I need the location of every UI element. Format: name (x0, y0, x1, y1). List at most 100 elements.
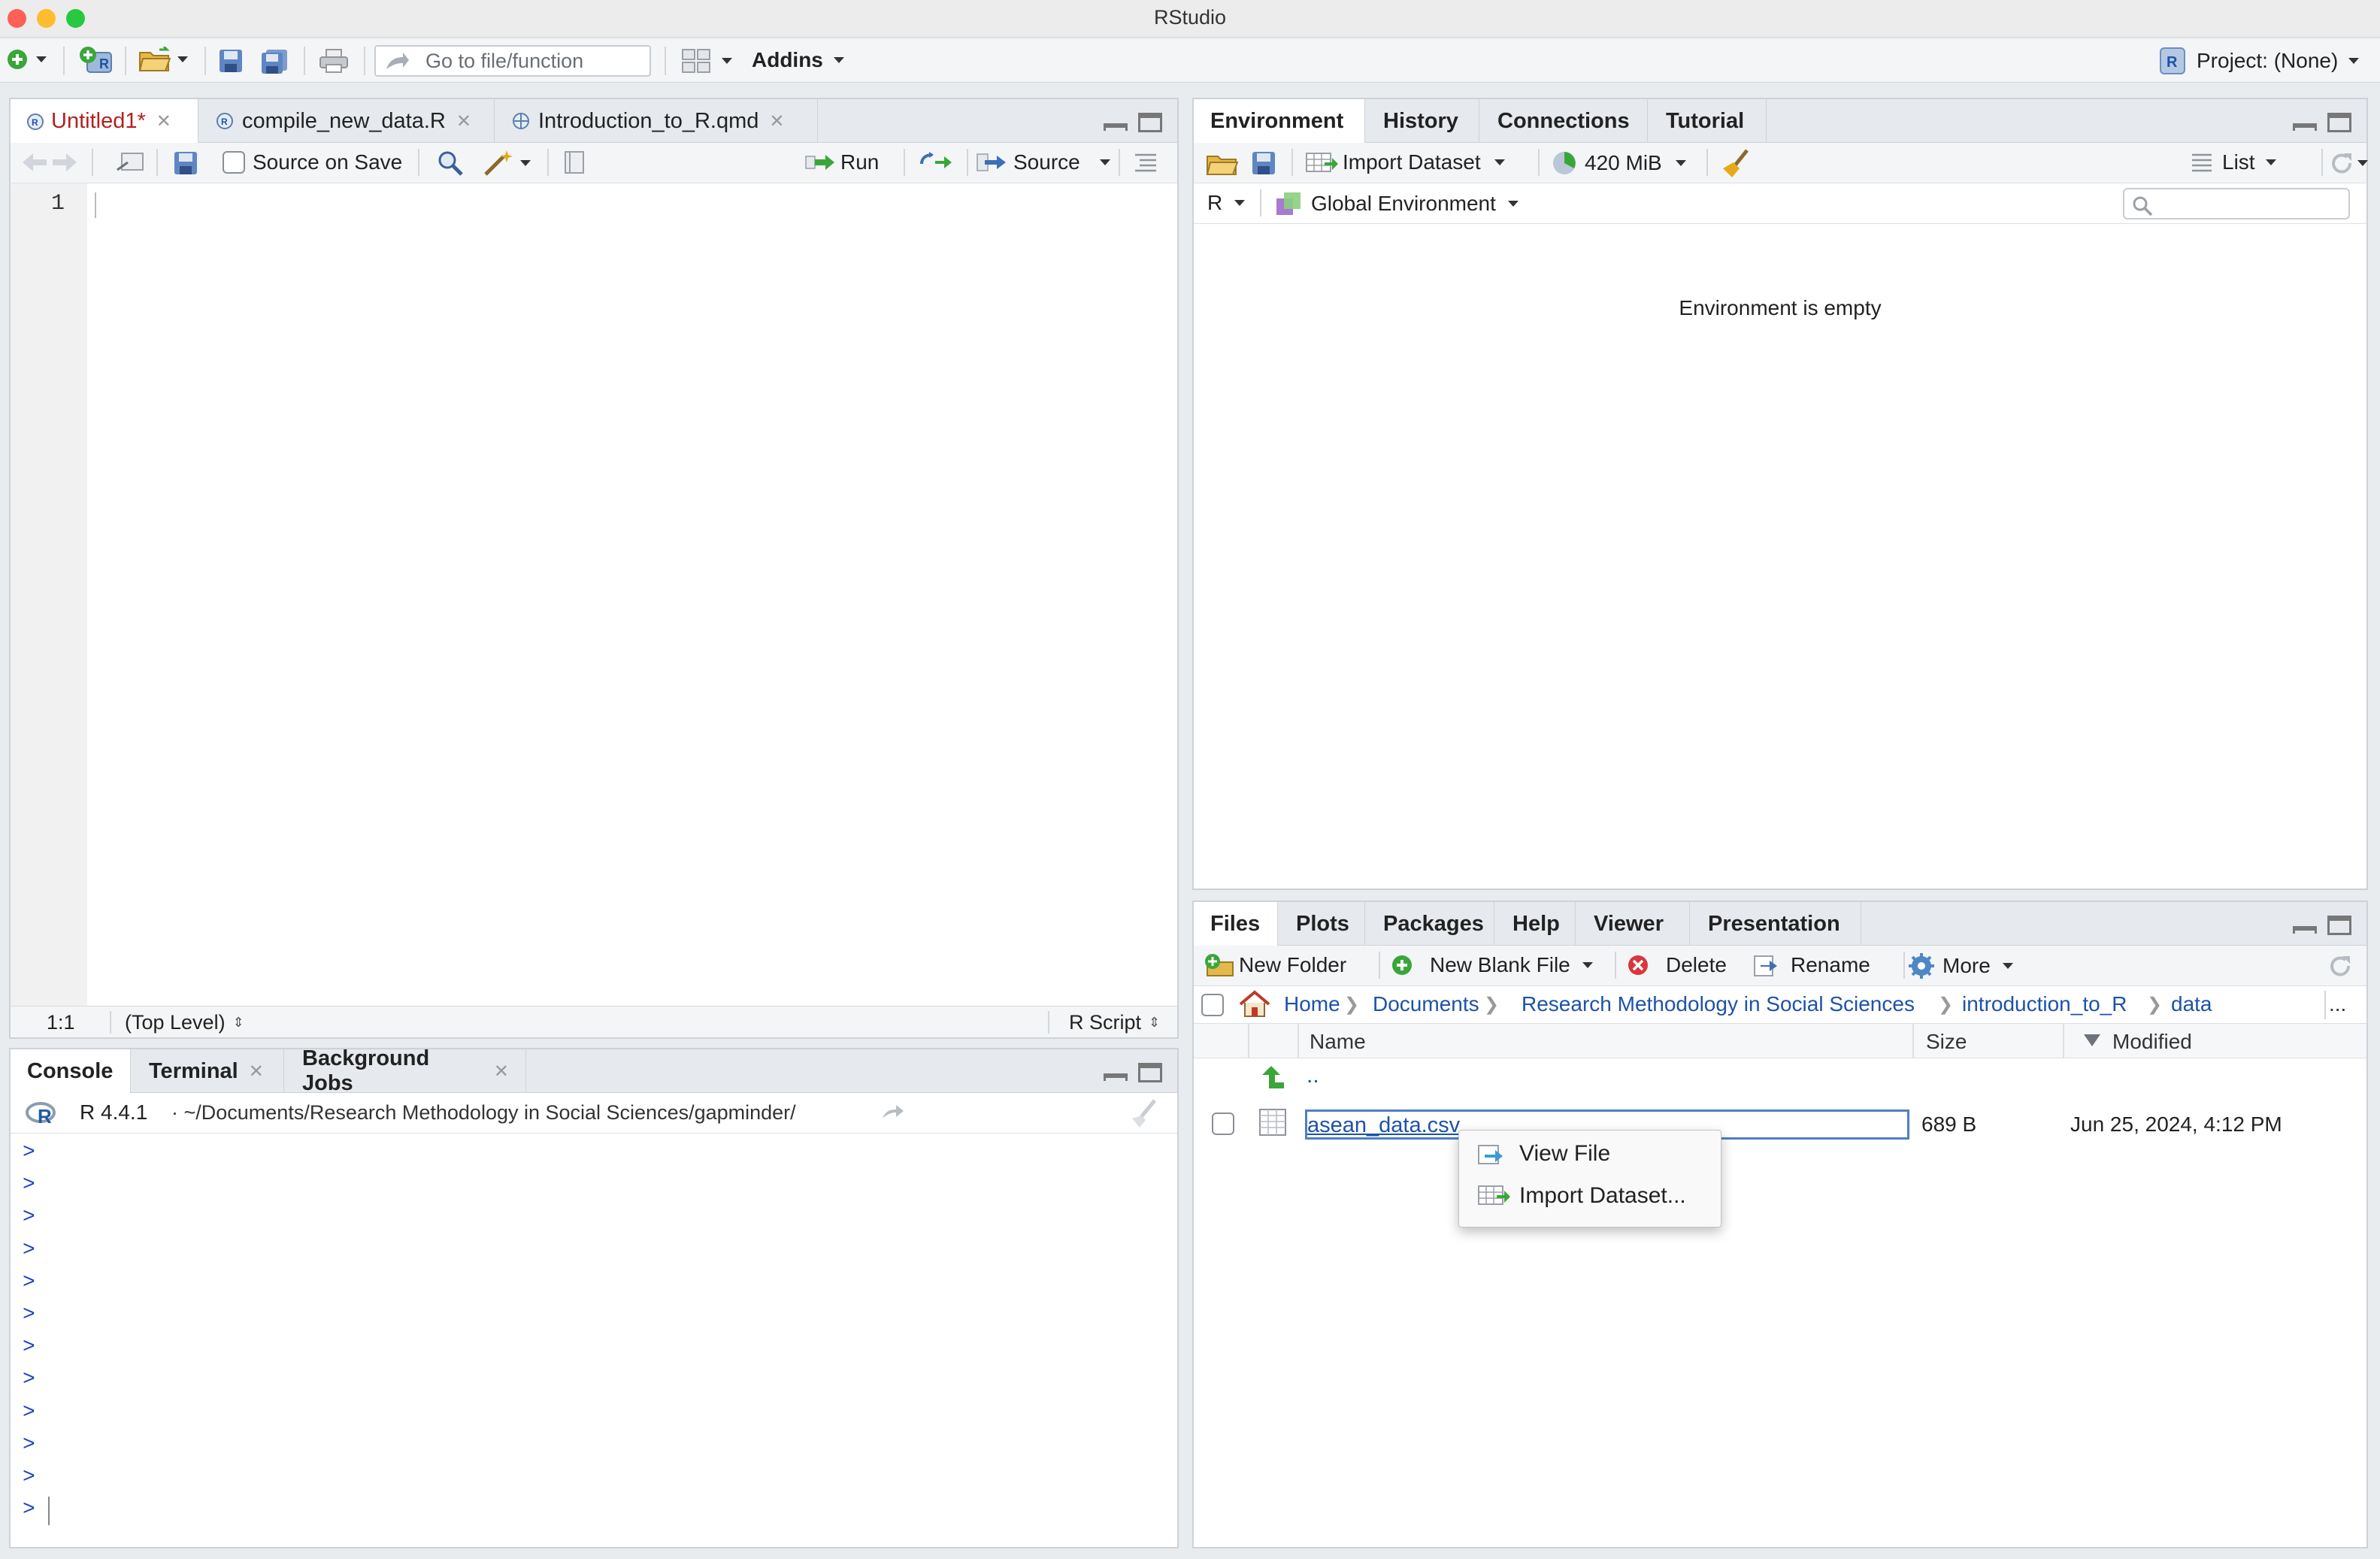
import-dataset-button[interactable]: Import Dataset (1305, 150, 1505, 174)
tab-presentation[interactable]: Presentation (1691, 902, 1861, 946)
chevron-down-icon (520, 160, 531, 166)
new-project-button[interactable]: R (78, 45, 114, 75)
document-outline-button[interactable] (1134, 152, 1158, 173)
more-menu-button[interactable]: More (1906, 952, 2013, 980)
console-output[interactable]: > > > > > > > > > > > > (11, 1134, 1177, 1547)
project-menu[interactable]: R Project: (None) (2157, 47, 2360, 75)
maximize-pane-icon[interactable] (2327, 916, 2351, 935)
toolbar-divider (1538, 149, 1540, 176)
close-icon[interactable]: ✕ (456, 110, 471, 132)
language-selector[interactable]: R (1207, 191, 1246, 215)
tab-label: Tutorial (1666, 108, 1745, 133)
breadcrumb-home[interactable]: Home (1284, 992, 1340, 1016)
save-all-button[interactable] (260, 48, 290, 75)
environment-empty-message: Environment is empty (1679, 296, 1882, 319)
rename-button[interactable]: Rename (1753, 953, 1870, 977)
code-tools-button[interactable] (483, 149, 531, 177)
close-icon[interactable]: ✕ (769, 110, 784, 132)
column-name[interactable]: Name (1310, 1030, 1366, 1054)
source-on-save-checkbox[interactable] (223, 151, 245, 174)
save-file-button[interactable] (173, 150, 198, 176)
tab-help[interactable]: Help (1496, 902, 1576, 946)
minimize-pane-icon[interactable] (2293, 123, 2317, 131)
minimize-pane-icon[interactable] (1104, 123, 1128, 131)
file-row-checkbox[interactable] (1212, 1112, 1234, 1135)
maximize-pane-icon[interactable] (2327, 113, 2351, 132)
code-editor[interactable] (87, 183, 1177, 1006)
source-on-save-toggle[interactable]: Source on Save (223, 150, 402, 174)
menu-item-import-dataset[interactable]: Import Dataset... (1477, 1183, 1686, 1209)
run-button[interactable]: Run (804, 150, 879, 174)
refresh-files-button[interactable] (2327, 953, 2353, 979)
maximize-pane-icon[interactable] (1138, 1063, 1162, 1082)
maximize-pane-icon[interactable] (1138, 113, 1162, 132)
tab-environment[interactable]: Environment (1194, 99, 1365, 144)
goto-directory-icon[interactable] (881, 1103, 905, 1122)
show-in-window-button[interactable] (116, 150, 146, 174)
breadcrumb-documents[interactable]: Documents (1373, 992, 1479, 1016)
save-button[interactable] (218, 48, 244, 74)
breadcrumb-data[interactable]: data (2171, 992, 2212, 1016)
breadcrumb-overflow[interactable]: ... (2329, 992, 2346, 1016)
file-name-link[interactable]: asean_data.csv (1307, 1113, 1460, 1138)
print-button[interactable] (319, 48, 349, 74)
close-icon[interactable]: ✕ (156, 110, 171, 132)
forward-button[interactable] (51, 150, 78, 174)
file-row[interactable]: asean_data.csv 689 B Jun 25, 2024, 4:12 … (1194, 1100, 2366, 1146)
pane-layout-button[interactable] (681, 48, 732, 74)
open-file-button[interactable] (138, 47, 188, 72)
find-replace-button[interactable] (436, 149, 465, 177)
column-modified[interactable]: Modified (2112, 1030, 2192, 1054)
minimize-pane-icon[interactable] (2293, 926, 2317, 934)
breadcrumb-introduction-to-r[interactable]: introduction_to_R (1962, 992, 2127, 1016)
column-size[interactable]: Size (1926, 1030, 1967, 1054)
delete-button[interactable]: Delete (1627, 953, 1727, 977)
tab-compile-new-data[interactable]: R compile_new_data.R ✕ (200, 99, 495, 143)
back-button[interactable] (21, 150, 48, 174)
goto-file-input[interactable]: Go to file/function (374, 45, 651, 77)
memory-usage-button[interactable]: 420 MiB (1552, 150, 1686, 176)
tab-plots[interactable]: Plots (1279, 902, 1365, 946)
tab-connections[interactable]: Connections (1481, 99, 1648, 143)
new-folder-button[interactable]: New Folder (1204, 953, 1346, 977)
close-icon[interactable]: ✕ (249, 1061, 264, 1082)
parent-directory-row[interactable]: .. (1194, 1058, 2366, 1100)
compile-report-button[interactable] (562, 150, 588, 174)
view-mode-button[interactable]: List (2191, 150, 2276, 174)
tab-untitled1[interactable]: R Untitled1* ✕ (11, 99, 198, 144)
scope-selector[interactable]: (Top Level) ⇕ (125, 1011, 244, 1034)
tab-packages[interactable]: Packages (1367, 902, 1494, 946)
tab-introduction-to-r[interactable]: Introduction_to_R.qmd ✕ (496, 99, 818, 143)
load-workspace-button[interactable] (1206, 150, 1240, 176)
environment-scope-selector[interactable]: Global Environment (1275, 191, 1519, 216)
tab-console[interactable]: Console (11, 1049, 131, 1094)
minimize-pane-icon[interactable] (1104, 1073, 1128, 1081)
rerun-button[interactable] (919, 150, 955, 171)
tab-tutorial[interactable]: Tutorial (1649, 99, 1767, 143)
save-workspace-button[interactable] (1251, 150, 1276, 176)
status-divider (1048, 1011, 1049, 1034)
tab-viewer[interactable]: Viewer (1577, 902, 1690, 946)
close-icon[interactable]: ✕ (494, 1061, 509, 1082)
new-blank-file-button[interactable]: New Blank File (1391, 953, 1593, 977)
tab-label: Plots (1296, 911, 1349, 936)
source-arrow-icon (977, 153, 1006, 171)
new-file-button[interactable] (6, 48, 47, 71)
parent-directory-link[interactable]: .. (1307, 1063, 1319, 1088)
breadcrumb-research-methodology[interactable]: Research Methodology in Social Sciences (1522, 992, 1915, 1016)
clear-environment-button[interactable] (1718, 149, 1752, 179)
menu-item-view-file[interactable]: View File (1477, 1141, 1610, 1167)
column-divider (1297, 1024, 1299, 1058)
tab-background-jobs[interactable]: Background Jobs ✕ (286, 1046, 526, 1095)
tab-history[interactable]: History (1367, 99, 1479, 143)
tab-terminal[interactable]: Terminal ✕ (132, 1049, 284, 1093)
addins-menu[interactable]: Addins (752, 48, 844, 72)
clear-console-icon[interactable] (1128, 1099, 1161, 1128)
environment-search-input[interactable] (2123, 188, 2350, 219)
filetype-selector[interactable]: R Script ⇕ (1069, 1011, 1160, 1034)
source-button[interactable]: Source (976, 150, 1110, 174)
refresh-environment-button[interactable] (2329, 150, 2368, 176)
tab-files[interactable]: Files (1194, 902, 1278, 946)
cursor-position: 1:1 (47, 1011, 75, 1034)
file-size: 689 B (1921, 1112, 1977, 1136)
